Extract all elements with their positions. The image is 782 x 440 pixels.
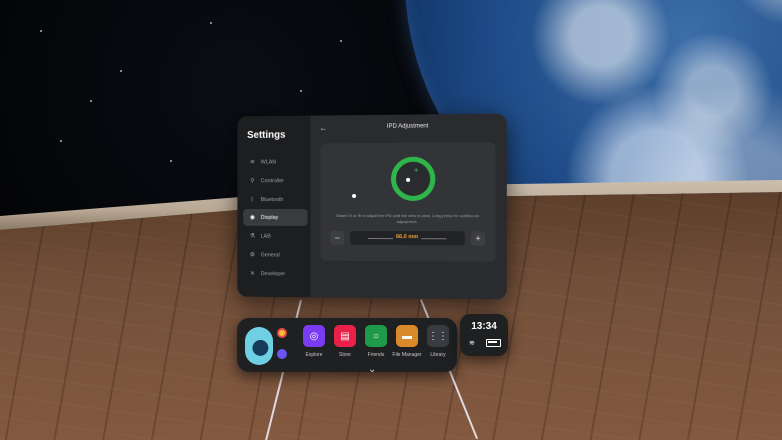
sidebar-item-controller[interactable]: ⚲ Controller — [243, 172, 307, 189]
dock-app-label: Store — [339, 352, 351, 358]
ipd-instruction: Based ⊖ or ⊕ to adjust the IPD until the… — [328, 213, 487, 224]
ipd-value: 66.0 mm — [393, 234, 421, 240]
settings-window: Settings ≋ WLAN ⚲ Controller ᛒ Bluetooth… — [237, 114, 506, 300]
status-panel[interactable]: 13:34 ≋ — [460, 314, 508, 356]
settings-title: Settings — [247, 130, 285, 141]
dock-app-label: File Manager — [392, 352, 421, 358]
dock-app-label: Library — [430, 352, 445, 358]
sidebar-item-lab[interactable]: ⚗ LAB — [243, 228, 307, 245]
sidebar-item-developer[interactable]: ✕ Developer — [243, 265, 307, 282]
tools-icon: ✕ — [249, 270, 256, 277]
explore-icon: ◎ — [303, 325, 325, 347]
dock-app-label: Friends — [368, 352, 385, 358]
sidebar-item-label: General — [261, 252, 280, 258]
alignment-dot-inner — [406, 178, 410, 182]
status-icons: ≋ — [469, 339, 501, 347]
ipd-value-track: 66.0 mm — [350, 231, 465, 245]
sidebar-item-label: Controller — [261, 178, 284, 184]
dock-bar: ◎ Explore ▤ Store ○ Friends ▬ File Manag… — [237, 318, 457, 372]
battery-icon — [486, 339, 501, 347]
gear-icon: ⚙ — [249, 251, 256, 258]
wifi-icon: ≋ — [249, 159, 256, 166]
dock-app-store[interactable]: ▤ Store — [332, 325, 358, 358]
clock-time: 13:34 — [460, 321, 508, 332]
grid-icon: ⋮⋮ — [427, 325, 449, 347]
activity-ring-icon[interactable] — [277, 328, 287, 338]
alignment-dot-outer — [352, 194, 356, 198]
sidebar-item-label: Developer — [261, 271, 285, 277]
flask-icon: ⚗ — [249, 233, 256, 240]
eye-icon: ◉ — [249, 214, 256, 221]
controller-icon: ⚲ — [249, 177, 256, 184]
sidebar-item-label: WLAN — [261, 159, 276, 165]
sidebar-item-label: Display — [261, 214, 279, 220]
increase-ipd-button[interactable]: + — [471, 231, 485, 245]
sidebar-item-display[interactable]: ◉ Display — [243, 209, 307, 226]
sidebar-item-bluetooth[interactable]: ᛒ Bluetooth — [243, 191, 307, 208]
dock-app-friends[interactable]: ○ Friends — [363, 325, 389, 358]
ipd-stepper: − 66.0 mm + — [330, 230, 485, 247]
dock-app-library[interactable]: ⋮⋮ Library — [425, 325, 451, 358]
dock-app-label: Explore — [306, 352, 323, 358]
ipd-card: ✛ Based ⊖ or ⊕ to adjust the IPD until t… — [320, 142, 495, 262]
sidebar-item-label: LAB — [261, 233, 271, 239]
sidebar-item-label: Bluetooth — [261, 197, 284, 203]
page-title: IPD Adjustment — [311, 123, 507, 131]
store-icon: ▤ — [334, 325, 356, 347]
ipd-alignment-ring: ✛ — [391, 157, 435, 201]
dock-app-explore[interactable]: ◎ Explore — [301, 325, 327, 358]
folder-icon: ▬ — [396, 325, 418, 347]
bluetooth-icon: ᛒ — [249, 196, 256, 203]
ipd-adjustment-panel: ← IPD Adjustment ✛ Based ⊖ or ⊕ to adjus… — [311, 114, 507, 300]
chevron-down-icon[interactable]: ⌄ — [368, 364, 376, 375]
settings-sidebar: Settings ≋ WLAN ⚲ Controller ᛒ Bluetooth… — [237, 116, 310, 298]
sidebar-item-general[interactable]: ⚙ General — [243, 246, 307, 263]
ipd-value-wrapper: 66.0 mm — [350, 234, 465, 240]
friends-icon: ○ — [365, 325, 387, 347]
crosshair-icon: ✛ — [414, 170, 417, 173]
sidebar-item-wlan[interactable]: ≋ WLAN — [243, 153, 307, 170]
dock-app-file-manager[interactable]: ▬ File Manager — [394, 325, 420, 358]
wifi-status-icon: ≋ — [469, 339, 475, 347]
avatar[interactable] — [245, 327, 273, 365]
decrease-ipd-button[interactable]: − — [330, 231, 344, 245]
notification-bell-icon[interactable] — [277, 349, 287, 359]
